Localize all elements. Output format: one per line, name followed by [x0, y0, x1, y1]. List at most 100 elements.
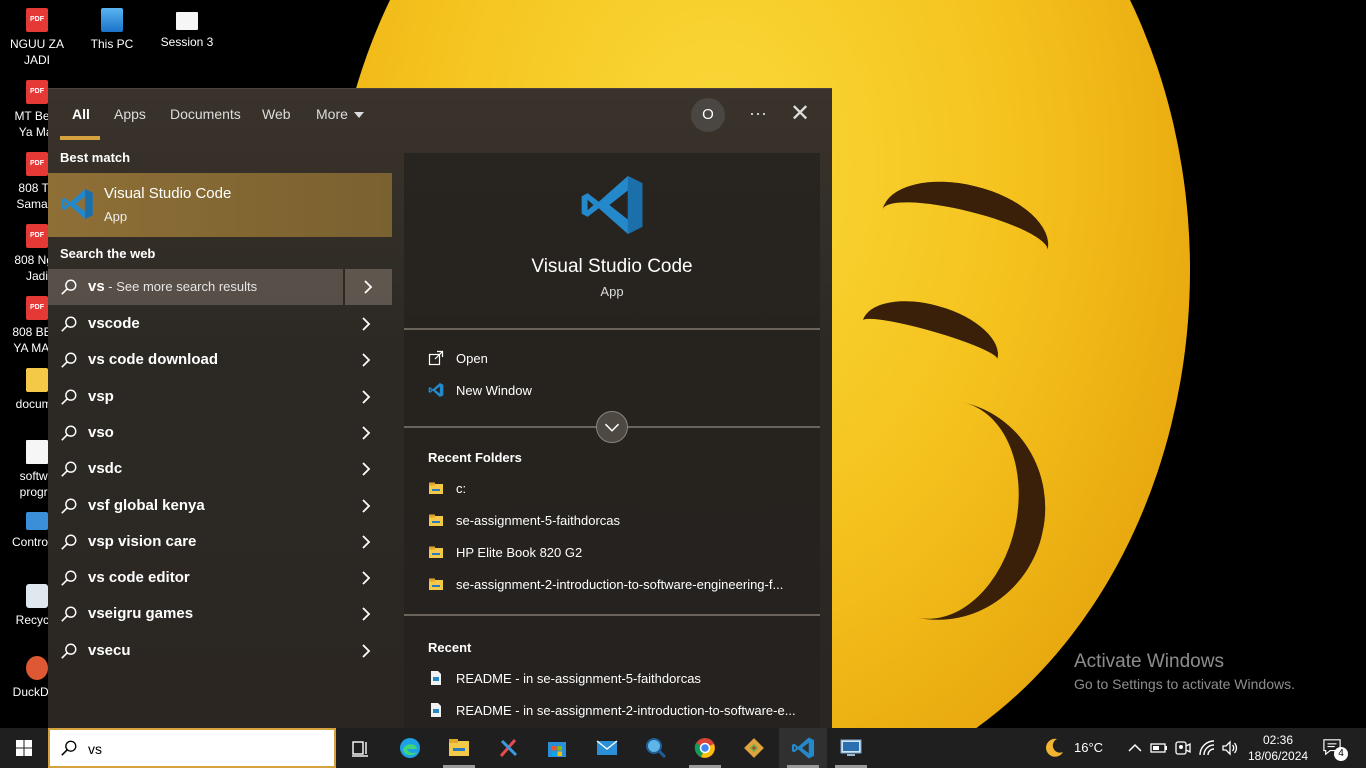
new-window-action[interactable]: New Window — [428, 380, 628, 402]
search-flyout: All Apps Documents Web More O ··· ✕ Best… — [48, 88, 832, 729]
chevron-down-icon — [604, 423, 620, 432]
weather-temperature[interactable]: 16°C — [1074, 740, 1103, 755]
control-panel-icon — [26, 512, 48, 530]
pdf-file-icon: PDF — [26, 8, 48, 32]
taskbar-search-box[interactable] — [48, 728, 336, 768]
suggestion-text: vs code editor — [88, 569, 190, 587]
open-action[interactable]: Open — [428, 348, 628, 370]
recent-folder-name: HP Elite Book 820 G2 — [456, 545, 583, 560]
taskbar-file-explorer[interactable] — [435, 728, 483, 768]
action-center-button[interactable]: 4 — [1322, 738, 1348, 761]
expand-actions-button[interactable] — [596, 411, 628, 443]
recent-folder-item[interactable]: HP Elite Book 820 G2 — [428, 542, 808, 564]
tab-more[interactable]: More — [316, 106, 364, 122]
search-suggestion-row[interactable]: vsp vision care — [48, 524, 392, 560]
taskbar-edge[interactable] — [386, 728, 434, 768]
notification-count-badge: 4 — [1334, 747, 1348, 761]
user-avatar[interactable]: O — [691, 98, 725, 132]
chevron-right-icon — [362, 353, 371, 367]
detail-app-type: App — [600, 284, 624, 299]
vscode-icon — [428, 382, 444, 398]
taskbar-remote-desktop[interactable] — [827, 728, 875, 768]
taskbar-microsoft-store[interactable] — [533, 728, 581, 768]
microsoft-store-icon — [548, 742, 566, 757]
search-suggestion-row[interactable]: vsp — [48, 379, 392, 415]
windows-logo-icon — [16, 740, 32, 756]
taskbar-vscode[interactable] — [779, 728, 827, 768]
recycle-bin-icon — [26, 584, 48, 608]
chevron-right-icon — [362, 317, 371, 331]
pdf-file-icon: PDF — [26, 152, 48, 176]
file-explorer-icon — [449, 739, 469, 756]
recent-folder-item[interactable]: c: — [428, 478, 808, 500]
chevron-right-icon — [362, 535, 371, 549]
moon-weather-icon — [1046, 738, 1063, 757]
tab-apps[interactable]: Apps — [114, 106, 146, 122]
clock-date: 18/06/2024 — [1248, 749, 1309, 763]
recent-file-item[interactable]: README - in se-assignment-5-faithdorcas — [428, 668, 808, 690]
chevron-right-icon — [362, 644, 371, 658]
tab-documents[interactable]: Documents — [170, 106, 241, 122]
wifi-icon[interactable] — [1198, 739, 1216, 757]
divider — [404, 328, 820, 330]
search-suggestion-row[interactable]: vsecu — [48, 633, 392, 669]
desktop-icon-this-pc[interactable]: This PC — [75, 8, 149, 52]
document-icon — [26, 440, 48, 464]
document-icon — [176, 12, 198, 30]
tab-more-label: More — [316, 106, 348, 122]
chevron-up-icon[interactable] — [1126, 739, 1144, 757]
search-suggestion-row[interactable]: vsf global kenya — [48, 488, 392, 524]
taskbar-mail[interactable] — [583, 728, 631, 768]
search-suggestion-row[interactable]: vsdc — [48, 451, 392, 487]
recent-folder-item[interactable]: se-assignment-2-introduction-to-software… — [428, 574, 808, 596]
chrome-icon — [694, 738, 715, 758]
active-tab-indicator — [60, 136, 100, 140]
vscode-icon — [61, 189, 93, 219]
recent-folder-name: se-assignment-5-faithdorcas — [456, 513, 621, 528]
best-match-result[interactable]: Visual Studio Code App — [48, 173, 392, 237]
taskbar-task-view[interactable] — [336, 728, 384, 768]
vscode-icon — [791, 737, 815, 759]
recent-file-item[interactable]: README - in se-assignment-2-introduction… — [428, 700, 808, 722]
search-input[interactable] — [88, 738, 328, 760]
more-options-icon[interactable]: ··· — [748, 101, 768, 125]
tab-web[interactable]: Web — [262, 106, 291, 122]
volume-icon[interactable] — [1221, 739, 1239, 757]
taskbar-magnifier[interactable] — [632, 728, 680, 768]
meet-now-icon[interactable] — [1174, 739, 1192, 757]
web-result-see-more[interactable]: vs - See more search results — [48, 269, 392, 305]
battery-icon[interactable] — [1150, 739, 1168, 757]
pdf-file-icon: PDF — [26, 80, 48, 104]
snipping-tool-icon — [499, 739, 518, 757]
close-icon[interactable]: ✕ — [790, 102, 810, 126]
taskbar: 16°C 02:36 18/06/2024 4 — [0, 728, 1366, 768]
taskbar-snipping-tool[interactable] — [484, 728, 532, 768]
search-icon — [61, 279, 77, 295]
pdf-file-icon: PDF — [26, 296, 48, 320]
desktop-icon-label: This PC — [90, 37, 134, 51]
desktop-icon-label: Session 3 — [160, 35, 214, 49]
search-suggestion-row[interactable]: vscode — [48, 306, 392, 342]
search-suggestion-row[interactable]: vs code download — [48, 342, 392, 378]
start-button[interactable] — [0, 728, 48, 768]
chevron-right-icon — [364, 280, 373, 294]
search-icon — [61, 606, 77, 623]
recent-file-name: README - in se-assignment-2-introduction… — [456, 703, 796, 718]
search-icon — [61, 740, 77, 756]
taskbar-git[interactable] — [730, 728, 778, 768]
search-suggestion-row[interactable]: vso — [48, 415, 392, 451]
search-icon — [61, 389, 77, 405]
folder-icon — [429, 578, 443, 590]
desktop-icon-session-3[interactable]: Session 3 — [150, 8, 224, 50]
taskbar-chrome[interactable] — [681, 728, 729, 768]
desktop-icon-nguu-za-jadi[interactable]: PDF NGUU ZA JADI — [0, 8, 74, 68]
tab-all[interactable]: All — [72, 106, 90, 122]
recent-folder-item[interactable]: se-assignment-5-faithdorcas — [428, 510, 808, 532]
search-suggestion-row[interactable]: vseigru games — [48, 596, 392, 632]
activation-watermark: Activate Windows Go to Settings to activ… — [1074, 651, 1295, 692]
system-clock[interactable]: 02:36 18/06/2024 — [1248, 732, 1308, 764]
chevron-right-icon — [362, 607, 371, 622]
best-match-title: Visual Studio Code — [104, 185, 232, 202]
search-suggestion-row[interactable]: vs code editor — [48, 560, 392, 596]
search-icon — [61, 534, 77, 550]
